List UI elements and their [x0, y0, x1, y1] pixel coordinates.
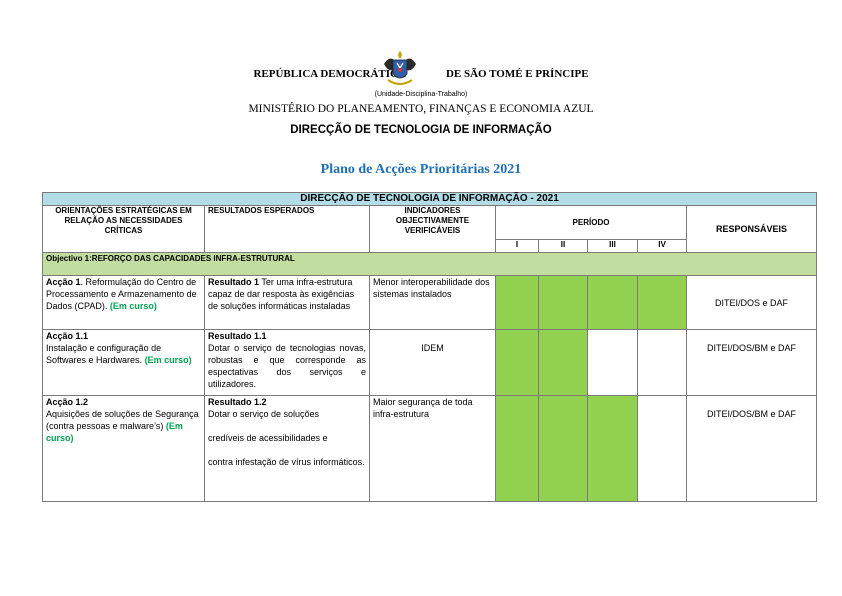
table-row: Acção 1. Reformulação do Centro de Proce…: [42, 275, 818, 330]
responsible-cell: DITEI/DOS/BM e DAF: [685, 395, 818, 502]
directorate-name: DIRECÇÃO DE TECNOLOGIA DE INFORMAÇÃO: [290, 124, 552, 136]
responsible-cell: DITEI/DOS e DAF: [685, 275, 818, 330]
responsible-cell: DITEI/DOS/BM e DAF: [685, 329, 818, 396]
republic-right: DE SÃO TOMÉ E PRÍNCIPE: [445, 68, 589, 80]
action-plan-table: DIRECÇÃO DE TECNOLOGIA DE INFORMAÇÃO - 2…: [41, 192, 818, 502]
indicator-cell: IDEM: [369, 329, 496, 396]
result-text: Dotar o serviço de soluções: [208, 409, 320, 419]
period-cell: [587, 275, 638, 330]
action-cell: Acção 1.1 Instalação e configuração de So…: [42, 329, 205, 396]
header-orientacoes: ORIENTAÇÕES ESTRATÉGICAS EM RELAÇÃO AS N…: [42, 205, 205, 253]
motto: (Unidade-Disciplina-Trabalho): [374, 91, 468, 98]
action-cell: Acção 1. Reformulação do Centro de Proce…: [42, 275, 205, 330]
table-title-row: DIRECÇÃO DE TECNOLOGIA DE INFORMAÇÃO - 2…: [41, 192, 818, 206]
period-cell: [538, 275, 588, 330]
period-iii: III: [587, 239, 638, 253]
period-cell: [637, 329, 687, 396]
header-responsaveis: RESPONSÁVEIS: [685, 205, 818, 253]
period-cell: [495, 395, 539, 502]
result-title: Resultado 1: [208, 277, 260, 287]
period-cell: [637, 395, 687, 502]
status-badge: (Em curso): [144, 355, 192, 365]
period-ii: II: [538, 239, 588, 253]
action-title: Acção 1.1: [46, 331, 89, 341]
result-cell: Resultado 1.2 Dotar o serviço de soluções…: [204, 395, 370, 502]
table-row: Acção 1.1 Instalação e configuração de So…: [42, 329, 818, 396]
objective-label: Objectivo 1:REFORÇO DAS CAPACIDADES INFR…: [41, 252, 818, 276]
table-header-row: ORIENTAÇÕES ESTRATÉGICAS EM RELAÇÃO AS N…: [42, 205, 818, 253]
action-title: Acção 1.2: [46, 397, 89, 407]
period-cell: [637, 275, 687, 330]
result-text: Dotar o serviço de tecnologias novas, ro…: [208, 343, 366, 389]
header-indicadores: INDICADORES OBJECTIVAMENTE VERIFICÁVEIS: [369, 205, 496, 253]
period-cell: [587, 395, 638, 502]
indicator-cell: Menor interoperabilidade dos sistemas in…: [369, 275, 496, 330]
republic-heading: REPÚBLICA DEMOCRÁTICA DE SÃO TOMÉ E PRÍNC…: [0, 68, 842, 80]
result-title: Resultado 1.1: [208, 331, 267, 341]
ministry-name: MINISTÉRIO DO PLANEAMENTO, FINANÇAS E EC…: [248, 103, 594, 115]
result-text: contra infestação de vírus informáticos.: [208, 457, 365, 467]
result-cell: Resultado 1.1 Dotar o serviço de tecnolog…: [204, 329, 370, 396]
status-badge: (Em curso): [109, 301, 157, 311]
plan-title: Plano de Acções Prioritárias 2021: [320, 162, 522, 177]
indicator-cell: Maior segurança de toda infra-estrutura: [369, 395, 496, 502]
period-cell: [538, 329, 588, 396]
period-i: I: [495, 239, 539, 253]
period-iv: IV: [637, 239, 687, 253]
header-periodo: PERÍODO: [495, 205, 687, 240]
table-title: DIRECÇÃO DE TECNOLOGIA DE INFORMAÇÃO - 2…: [41, 192, 818, 206]
result-text: credíveis de acessibilidades e: [208, 433, 328, 443]
header-resultados: RESULTADOS ESPERADOS: [204, 205, 370, 253]
result-cell: Resultado 1 Ter uma infra-estrutura capa…: [204, 275, 370, 330]
objective-row: Objectivo 1:REFORÇO DAS CAPACIDADES INFR…: [41, 252, 818, 276]
period-cell: [587, 329, 638, 396]
period-cell: [495, 275, 539, 330]
action-cell: Acção 1.2 Aquisições de soluções de Segur…: [42, 395, 205, 502]
coat-of-arms-logo: [384, 51, 416, 85]
result-title: Resultado 1.2: [208, 397, 267, 407]
table-row: Acção 1.2 Aquisições de soluções de Segur…: [42, 395, 818, 502]
period-cell: [538, 395, 588, 502]
period-cell: [495, 329, 539, 396]
action-title: Acção 1: [46, 277, 81, 287]
